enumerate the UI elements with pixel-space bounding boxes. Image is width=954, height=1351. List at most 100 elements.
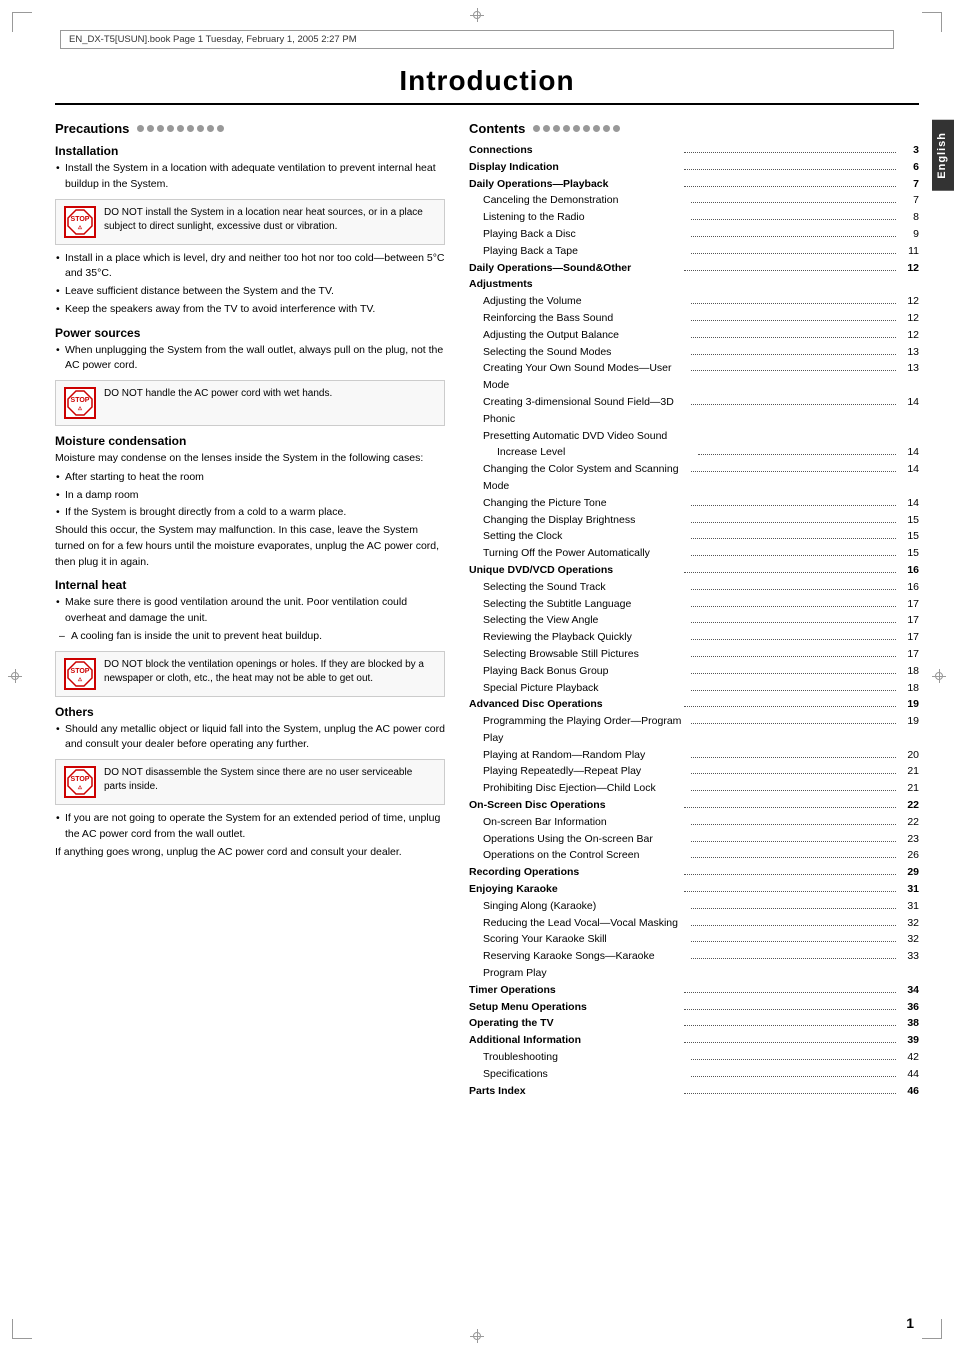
toc-page: 31 bbox=[899, 881, 919, 898]
toc-dots bbox=[684, 992, 896, 993]
stop-svg-1: STOP ⚠ bbox=[66, 208, 94, 236]
file-info-bar: EN_DX-T5[USUN].book Page 1 Tuesday, Febr… bbox=[60, 30, 894, 49]
toc-page: 33 bbox=[899, 948, 919, 965]
svg-text:⚠: ⚠ bbox=[78, 677, 83, 683]
toc-dots bbox=[691, 690, 896, 691]
crop-mark-tl bbox=[12, 12, 32, 32]
stop-icon-4: STOP ⚠ bbox=[64, 766, 96, 798]
cdot6 bbox=[583, 125, 590, 132]
toc-dots bbox=[691, 757, 896, 758]
toc-page: 32 bbox=[899, 931, 919, 948]
power-bullet1: When unplugging the System from the wall… bbox=[55, 343, 445, 375]
toc-label: Reducing the Lead Vocal—Vocal Masking bbox=[483, 915, 688, 932]
toc-dots bbox=[691, 522, 896, 523]
toc-label: Prohibiting Disc Ejection—Child Lock bbox=[483, 780, 688, 797]
toc-page: 36 bbox=[899, 999, 919, 1016]
installation-bullet4: Keep the speakers away from the TV to av… bbox=[55, 302, 445, 318]
toc-item: Selecting the Subtitle Language17 bbox=[469, 596, 919, 613]
toc-page: 17 bbox=[899, 612, 919, 629]
toc-label: Recording Operations bbox=[469, 864, 681, 881]
toc-dots bbox=[684, 1093, 896, 1094]
toc-label: Canceling the Demonstration bbox=[483, 192, 688, 209]
toc-page: 29 bbox=[899, 864, 919, 881]
toc-label: Parts Index bbox=[469, 1083, 681, 1100]
toc-label: Adjusting the Output Balance bbox=[483, 327, 688, 344]
toc-item: Unique DVD/VCD Operations16 bbox=[469, 562, 919, 579]
moisture-title: Moisture condensation bbox=[55, 434, 445, 448]
toc-dots bbox=[691, 824, 896, 825]
toc-page: 19 bbox=[899, 713, 919, 730]
toc-dots bbox=[691, 202, 896, 203]
toc-page: 39 bbox=[899, 1032, 919, 1049]
toc-label: Enjoying Karaoke bbox=[469, 881, 681, 898]
crosshair-right bbox=[932, 669, 946, 683]
toc-dots bbox=[691, 606, 896, 607]
toc-dots bbox=[684, 270, 896, 271]
toc-dots bbox=[684, 1025, 896, 1026]
toc-item: Operations on the Control Screen26 bbox=[469, 847, 919, 864]
toc-page: 46 bbox=[899, 1083, 919, 1100]
toc-page: 11 bbox=[899, 243, 919, 260]
toc-page: 14 bbox=[899, 444, 919, 461]
page-number: 1 bbox=[906, 1315, 914, 1331]
dot9 bbox=[217, 125, 224, 132]
crop-mark-tr bbox=[922, 12, 942, 32]
toc-item: Playing Back Bonus Group18 bbox=[469, 663, 919, 680]
toc-item: Adjusting the Output Balance 12 bbox=[469, 327, 919, 344]
toc-label: On-screen Bar Information bbox=[483, 814, 688, 831]
toc-dots bbox=[691, 337, 896, 338]
toc-item: Daily Operations—Playback7 bbox=[469, 176, 919, 193]
toc-dots bbox=[684, 1009, 896, 1010]
toc-label: Operations Using the On-screen Bar bbox=[483, 831, 688, 848]
toc-label: Creating 3-dimensional Sound Field—3D Ph… bbox=[483, 394, 688, 428]
toc-item: Selecting the View Angle 17 bbox=[469, 612, 919, 629]
cdot8 bbox=[603, 125, 610, 132]
warning-box-1: STOP ⚠ DO NOT install the System in a lo… bbox=[55, 199, 445, 245]
toc-page: 21 bbox=[899, 763, 919, 780]
toc-page: 18 bbox=[899, 680, 919, 697]
toc-label: Selecting the View Angle bbox=[483, 612, 688, 629]
toc-label: Daily Operations—Sound&Other Adjustments bbox=[469, 260, 681, 294]
toc-item: Special Picture Playback18 bbox=[469, 680, 919, 697]
internal-heat-title: Internal heat bbox=[55, 578, 445, 592]
toc-label: Selecting the Sound Modes bbox=[483, 344, 688, 361]
toc-item: Reviewing the Playback Quickly17 bbox=[469, 629, 919, 646]
toc-dots bbox=[698, 454, 896, 455]
toc-page: 32 bbox=[899, 915, 919, 932]
precautions-title: Precautions bbox=[55, 121, 129, 136]
toc-dots bbox=[691, 589, 896, 590]
installation-bullet3: Leave sufficient distance between the Sy… bbox=[55, 284, 445, 300]
toc-page: 12 bbox=[899, 327, 919, 344]
others-bullet2: If you are not going to operate the Syst… bbox=[55, 811, 445, 843]
toc-label: Changing the Display Brightness bbox=[483, 512, 688, 529]
toc-label: Creating Your Own Sound Modes—User Mode bbox=[483, 360, 688, 394]
others-text1: If anything goes wrong, unplug the AC po… bbox=[55, 845, 445, 861]
toc-label: Daily Operations—Playback bbox=[469, 176, 681, 193]
dot8 bbox=[207, 125, 214, 132]
toc-dots bbox=[691, 1059, 896, 1060]
toc-dots bbox=[691, 656, 896, 657]
toc-item: Daily Operations—Sound&Other Adjustments… bbox=[469, 260, 919, 294]
toc-label: On-Screen Disc Operations bbox=[469, 797, 681, 814]
toc-item: Operating the TV38 bbox=[469, 1015, 919, 1032]
crosshair-left bbox=[8, 669, 22, 683]
warning-text-4: DO NOT disassemble the System since ther… bbox=[104, 766, 436, 794]
toc-label: Turning Off the Power Automatically bbox=[483, 545, 688, 562]
installation-bullet1: Install the System in a location with ad… bbox=[55, 161, 445, 193]
toc-item: Reserving Karaoke Songs—Karaoke Program … bbox=[469, 948, 919, 982]
toc-dots bbox=[691, 1076, 896, 1077]
precautions-column: Precautions Installation I bbox=[55, 121, 445, 1099]
toc-dots bbox=[691, 236, 896, 237]
toc-page: 18 bbox=[899, 663, 919, 680]
page-wrapper: EN_DX-T5[USUN].book Page 1 Tuesday, Febr… bbox=[0, 0, 954, 1351]
dot3 bbox=[157, 125, 164, 132]
toc-item: Parts Index 46 bbox=[469, 1083, 919, 1100]
toc-page: 26 bbox=[899, 847, 919, 864]
svg-text:⚠: ⚠ bbox=[78, 406, 83, 412]
power-title: Power sources bbox=[55, 326, 445, 340]
svg-text:⚠: ⚠ bbox=[78, 785, 83, 791]
toc-dots bbox=[691, 370, 896, 371]
toc-item: Scoring Your Karaoke Skill32 bbox=[469, 931, 919, 948]
toc-dots bbox=[684, 874, 896, 875]
file-info-text: EN_DX-T5[USUN].book Page 1 Tuesday, Febr… bbox=[69, 34, 357, 45]
